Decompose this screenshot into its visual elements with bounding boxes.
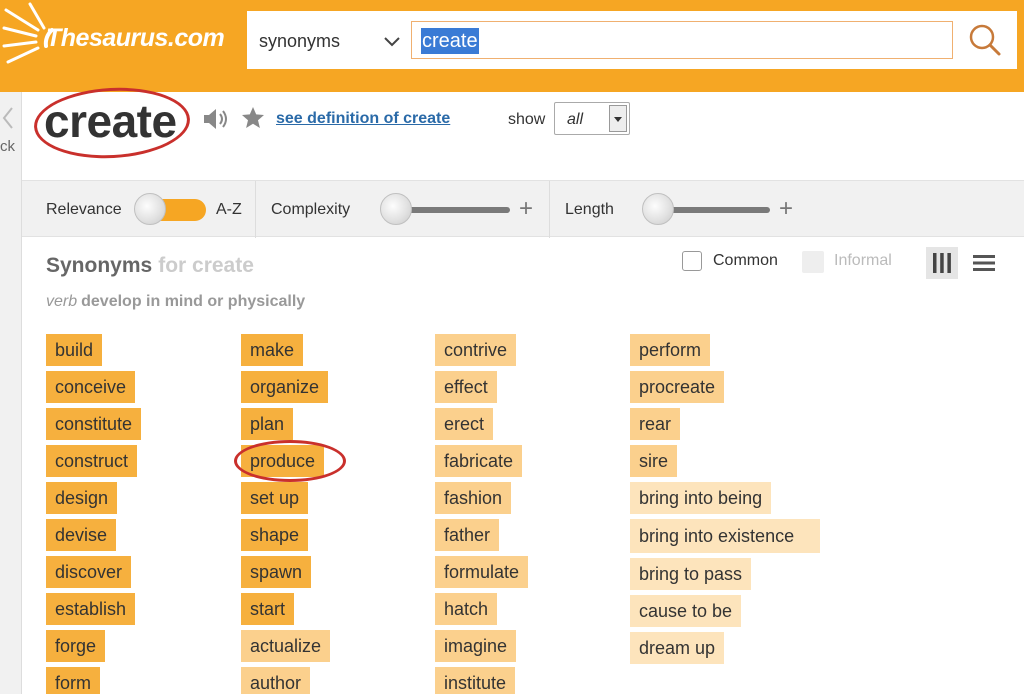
length-label: Length <box>565 201 614 218</box>
az-label: A-Z <box>216 201 242 218</box>
filter-divider <box>255 181 256 238</box>
show-label: show <box>508 111 546 128</box>
synonym-chip[interactable]: dream up <box>630 632 725 664</box>
synonym-chip[interactable]: design <box>46 482 118 514</box>
synonym-chip[interactable]: cause to be <box>630 595 742 627</box>
synonym-column-3: contrive effect erect fabricate fashion fathe… <box>435 334 529 694</box>
see-definition-link[interactable]: see definition of create <box>276 110 450 128</box>
back-label: ck <box>0 138 15 155</box>
synonym-chip[interactable]: set up <box>241 482 309 514</box>
synonym-chip[interactable]: rear <box>630 408 681 440</box>
synonym-chip[interactable]: bring into existence <box>630 519 820 553</box>
search-button[interactable] <box>963 21 1007 59</box>
part-of-speech: verb <box>46 293 78 310</box>
sort-toggle[interactable] <box>134 193 208 225</box>
entry-word: create <box>44 95 177 147</box>
search-type-select[interactable]: synonyms <box>259 31 340 52</box>
speaker-icon <box>204 109 227 129</box>
synonym-chip[interactable]: establish <box>46 593 136 625</box>
sense-definition-text: develop in mind or physically <box>81 293 306 310</box>
complexity-slider-knob[interactable] <box>380 193 412 225</box>
synonym-chip[interactable]: bring to pass <box>630 558 752 590</box>
chevron-down-icon[interactable] <box>383 33 401 51</box>
synonyms-heading-text: Synonyms <box>46 254 153 277</box>
synonym-chip[interactable]: spawn <box>241 556 312 588</box>
synonym-column-1: build conceive constitute construct design de… <box>46 334 142 694</box>
common-checkbox[interactable] <box>682 251 702 271</box>
synonyms-heading-for: for create <box>158 254 254 277</box>
synonym-chip[interactable]: produce <box>241 445 325 477</box>
common-checkbox-label[interactable]: Common <box>713 252 778 270</box>
synonym-chip[interactable]: plan <box>241 408 294 440</box>
synonym-chip[interactable]: shape <box>241 519 309 551</box>
synonym-chip[interactable]: organize <box>241 371 329 403</box>
synonym-chip[interactable]: father <box>435 519 500 551</box>
synonym-chip[interactable]: fashion <box>435 482 512 514</box>
list-icon <box>973 255 995 271</box>
synonym-chip[interactable]: erect <box>435 408 494 440</box>
synonym-chip[interactable]: author <box>241 667 311 694</box>
synonym-chip[interactable]: institute <box>435 667 516 694</box>
complexity-label: Complexity <box>271 201 351 218</box>
synonym-chip[interactable]: effect <box>435 371 497 403</box>
back-arrow-icon <box>2 107 13 129</box>
search-bar: synonyms create <box>247 11 1017 69</box>
synonym-chip[interactable]: build <box>46 334 103 366</box>
informal-checkbox[interactable] <box>802 251 824 273</box>
filter-divider <box>549 181 550 238</box>
show-select-value: all <box>567 111 584 128</box>
synonym-chip[interactable]: fabricate <box>435 445 523 477</box>
synonym-chip[interactable]: construct <box>46 445 138 477</box>
length-plus-icon[interactable]: + <box>779 195 793 223</box>
synonym-chip[interactable]: perform <box>630 334 711 366</box>
synonym-chip[interactable]: start <box>241 593 295 625</box>
favorite-button[interactable] <box>240 105 266 131</box>
site-logo[interactable]: Thesaurus.com <box>0 0 240 80</box>
synonym-chip[interactable]: constitute <box>46 408 142 440</box>
synonym-chip[interactable]: form <box>46 667 100 694</box>
length-slider-knob[interactable] <box>642 193 674 225</box>
synonym-chip[interactable]: procreate <box>630 371 725 403</box>
synonym-chip[interactable]: make <box>241 334 304 366</box>
previous-page-edge[interactable]: ck <box>0 92 22 694</box>
synonym-chip[interactable]: hatch <box>435 593 498 625</box>
site-header: Thesaurus.com synonyms create <box>0 0 1024 92</box>
synonym-chip[interactable]: imagine <box>435 630 517 662</box>
synonym-chip[interactable]: formulate <box>435 556 529 588</box>
synonym-chip[interactable]: contrive <box>435 334 517 366</box>
pronunciation-button[interactable] <box>202 106 230 132</box>
search-input[interactable] <box>411 21 953 59</box>
complexity-plus-icon[interactable]: + <box>519 195 533 223</box>
synonym-chip[interactable]: actualize <box>241 630 331 662</box>
synonym-chip[interactable]: sire <box>630 445 678 477</box>
search-icon <box>969 24 1001 56</box>
relevance-label: Relevance <box>46 201 122 218</box>
synonym-chip[interactable]: devise <box>46 519 117 551</box>
show-select[interactable]: all <box>554 102 630 135</box>
list-view-button[interactable] <box>968 247 1000 279</box>
synonyms-heading: Synonyms for create <box>46 254 254 278</box>
synonym-column-4: perform procreate rear sire bring into being… <box>630 334 820 669</box>
columns-icon <box>933 253 951 273</box>
filter-bar: Relevance A-Z Complexity + Length + <box>22 180 1024 238</box>
dropdown-arrow-icon[interactable] <box>609 105 627 132</box>
logo-text: Thesaurus.com <box>46 24 225 52</box>
synonym-chip[interactable]: forge <box>46 630 106 662</box>
informal-checkbox-label[interactable]: Informal <box>834 252 892 270</box>
synonym-chip[interactable]: bring into being <box>630 482 772 514</box>
sense-definition[interactable]: verb develop in mind or physically <box>46 293 305 311</box>
synonym-chip[interactable]: conceive <box>46 371 136 403</box>
column-view-button[interactable] <box>926 247 958 279</box>
star-icon <box>242 107 264 128</box>
search-query-text[interactable]: create <box>421 28 479 54</box>
synonym-column-2: make organize plan produce set up shape spawn s… <box>241 334 331 694</box>
sort-toggle-knob[interactable] <box>134 193 166 225</box>
synonym-chip[interactable]: discover <box>46 556 132 588</box>
